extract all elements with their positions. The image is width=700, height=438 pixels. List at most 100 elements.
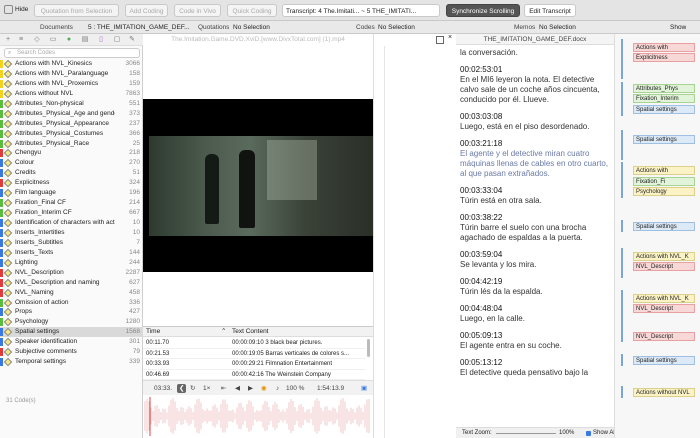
- color-icon[interactable]: ●: [65, 36, 73, 44]
- audio-waveform[interactable]: [143, 395, 373, 438]
- transcript-segment[interactable]: la conversación.: [460, 48, 610, 58]
- code-list-item[interactable]: Omission of action 336: [0, 298, 143, 308]
- code-list-item[interactable]: Actions with NVL_Kinesics 3066: [0, 59, 143, 69]
- transcript-timestamp[interactable]: 00:05:09:13: [460, 331, 610, 341]
- quotation-bracket[interactable]: [621, 330, 623, 342]
- margin-code-tag[interactable]: NVL_Descript: [633, 304, 695, 313]
- quotation-bracket[interactable]: [621, 162, 623, 198]
- code-list-item[interactable]: Speaker identification 301: [0, 337, 143, 347]
- margin-code-tag[interactable]: Actions with NVL_K: [633, 252, 695, 261]
- transcript-timestamp[interactable]: 00:04:48:04: [460, 304, 610, 314]
- code-list-item[interactable]: Subjective comments 79: [0, 347, 143, 357]
- close-icon[interactable]: ×: [448, 34, 452, 41]
- code-list-item[interactable]: Inserts_Subtitles 7: [0, 238, 143, 248]
- fullscreen-icon[interactable]: ▣: [361, 381, 367, 396]
- margin-code-tag[interactable]: Actions without NVL: [633, 388, 695, 397]
- code-list-item[interactable]: Spatial settings 1568: [0, 327, 143, 338]
- transcript-timestamp[interactable]: 00:05:13:12: [460, 358, 610, 368]
- col-text-header[interactable]: Text Content: [232, 327, 269, 337]
- volume-value[interactable]: 100 %: [286, 381, 304, 396]
- transcript-timestamp[interactable]: 00:02:53:01: [460, 65, 610, 75]
- code-list-item[interactable]: Actions with NVL_Proxemics 159: [0, 79, 143, 89]
- codes-selector[interactable]: No Selection: [378, 21, 415, 34]
- transcript-text[interactable]: la conversación. 00:02:53:01 En el MI6 ley…: [460, 36, 610, 427]
- code-list-item[interactable]: Film language 196: [0, 188, 143, 198]
- code-list-item[interactable]: NVL_Description 2287: [0, 268, 143, 278]
- settings-icon[interactable]: ✎: [128, 36, 136, 44]
- panel-icon[interactable]: [436, 36, 444, 44]
- code-list-item[interactable]: Explicitness 324: [0, 178, 143, 188]
- hide-button[interactable]: Hide: [15, 5, 28, 15]
- synchronize-scrolling-button[interactable]: Synchronize Scrolling: [446, 4, 520, 17]
- edit-transcript-button[interactable]: Edit Transcript: [524, 4, 576, 17]
- code-list-item[interactable]: Attributes_Physical_Appearance 237: [0, 119, 143, 129]
- table-row[interactable]: 00:21.53 00:00:19:05 Barras verticales de…: [143, 349, 365, 359]
- transcript-segment[interactable]: Se levanta y los mira.: [460, 260, 610, 270]
- code-list-item[interactable]: Temporal settings 339: [0, 357, 143, 367]
- code-list-item[interactable]: Inserts_Intertitles 10: [0, 228, 143, 238]
- play-icon[interactable]: ▶: [248, 381, 253, 396]
- code-list-item[interactable]: Attributes_Physical_Costumes 366: [0, 129, 143, 139]
- quotation-bracket[interactable]: [621, 354, 623, 366]
- tag-icon[interactable]: ◇: [33, 36, 41, 44]
- table-row[interactable]: 00:33.93 00:00:29:21 Filmnation Entertain…: [143, 359, 365, 370]
- transcript-timestamp[interactable]: 00:03:59:04: [460, 250, 610, 260]
- margin-code-tag[interactable]: Attributes_Phys: [633, 84, 695, 93]
- table-row[interactable]: 00:46.69 00:00:42:16 The Weinstein Compan…: [143, 370, 365, 380]
- code-list-item[interactable]: Inserts_Texts 144: [0, 248, 143, 258]
- code-list-item[interactable]: Attributes_Non-physical 551: [0, 99, 143, 109]
- previous-icon[interactable]: ❮: [177, 384, 187, 393]
- search-codes-input[interactable]: ⌕ Search Codes: [4, 48, 140, 58]
- margin-code-tag[interactable]: Spatial settings: [633, 222, 695, 231]
- quotations-selector[interactable]: No Selection: [233, 21, 270, 34]
- margin-code-tag[interactable]: Spatial settings: [633, 356, 695, 365]
- table-scrollbar[interactable]: [367, 339, 370, 357]
- quotation-bracket[interactable]: [621, 220, 623, 232]
- code-list-item[interactable]: Credits 51: [0, 168, 143, 178]
- show-button[interactable]: Show: [670, 21, 686, 34]
- code-list-item[interactable]: Psychology 1280: [0, 317, 143, 327]
- back-icon[interactable]: ◀: [235, 381, 240, 396]
- code-list-item[interactable]: NVL_Description and naming 627: [0, 278, 143, 288]
- code-list-item[interactable]: Chengyu 218: [0, 148, 143, 158]
- volume-icon[interactable]: ♪: [276, 381, 279, 396]
- quotation-from-selection-button[interactable]: Quotation from Selection: [34, 4, 119, 17]
- transcript-segment[interactable]: En el MI6 leyeron la nota. El detective …: [460, 75, 610, 105]
- code-list-item[interactable]: Colour 270: [0, 158, 143, 168]
- sidebar-toggle-icon[interactable]: [4, 5, 13, 14]
- margin-code-tag[interactable]: Actions with: [633, 166, 695, 175]
- margin-code-tag[interactable]: Actions with: [633, 43, 695, 52]
- margin-code-tag[interactable]: NVL_Descript: [633, 262, 695, 271]
- transcript-segment[interactable]: Túrin lés da la espalda.: [460, 287, 610, 297]
- transcript-timestamp[interactable]: 00:03:03:08: [460, 112, 610, 122]
- margin-code-tag[interactable]: NVL_Descript: [633, 332, 695, 341]
- quotation-bracket[interactable]: [621, 130, 623, 160]
- folder-icon[interactable]: ▭: [49, 36, 57, 44]
- transcript-segment[interactable]: Luego, en la calle.: [460, 314, 610, 324]
- code-in-vivo-button[interactable]: Code in Vivo: [174, 4, 221, 17]
- code-list-item[interactable]: Fixation_Interim CF 667: [0, 208, 143, 218]
- code-list-item[interactable]: Attributes_Physical_Race 25: [0, 139, 143, 149]
- margin-code-tag[interactable]: Explicitness: [633, 53, 695, 62]
- transcript-segment[interactable]: Túrin barre el suelo con una brocha agac…: [460, 223, 610, 243]
- video-frame[interactable]: [143, 99, 373, 272]
- transcript-select[interactable]: Transcript: 4 The.Imitati... ~ 5 THE_IMI…: [282, 4, 440, 17]
- transcript-segment[interactable]: El agente y el detective miran cuatro má…: [460, 149, 610, 179]
- show-all-checkbox[interactable]: [586, 431, 591, 436]
- rewind-icon[interactable]: ⇤: [221, 381, 226, 396]
- margin-code-tag[interactable]: Fixation_Interim: [633, 94, 695, 103]
- transcript-segment[interactable]: El detective queda pensativo bajo la: [460, 368, 610, 378]
- quotation-bracket[interactable]: [621, 248, 623, 278]
- col-time-header[interactable]: Time: [146, 327, 160, 337]
- code-list-item[interactable]: Lighting 244: [0, 258, 143, 268]
- speed-selector[interactable]: 1×: [203, 381, 210, 396]
- transcript-timestamp[interactable]: 00:04:42:19: [460, 277, 610, 287]
- quick-coding-button[interactable]: Quick Coding: [227, 4, 277, 17]
- record-icon[interactable]: ◉: [261, 381, 267, 396]
- code-list-item[interactable]: Fixation_Final CF 214: [0, 198, 143, 208]
- quotation-bracket[interactable]: [621, 386, 623, 398]
- transcript-timestamp[interactable]: 00:03:33:04: [460, 186, 610, 196]
- comment-icon[interactable]: ▢: [113, 36, 121, 44]
- table-row[interactable]: 00:11.70 00:00:09:10 3 black bear picture…: [143, 338, 365, 349]
- code-list-item[interactable]: Actions without NVL 7863: [0, 89, 143, 99]
